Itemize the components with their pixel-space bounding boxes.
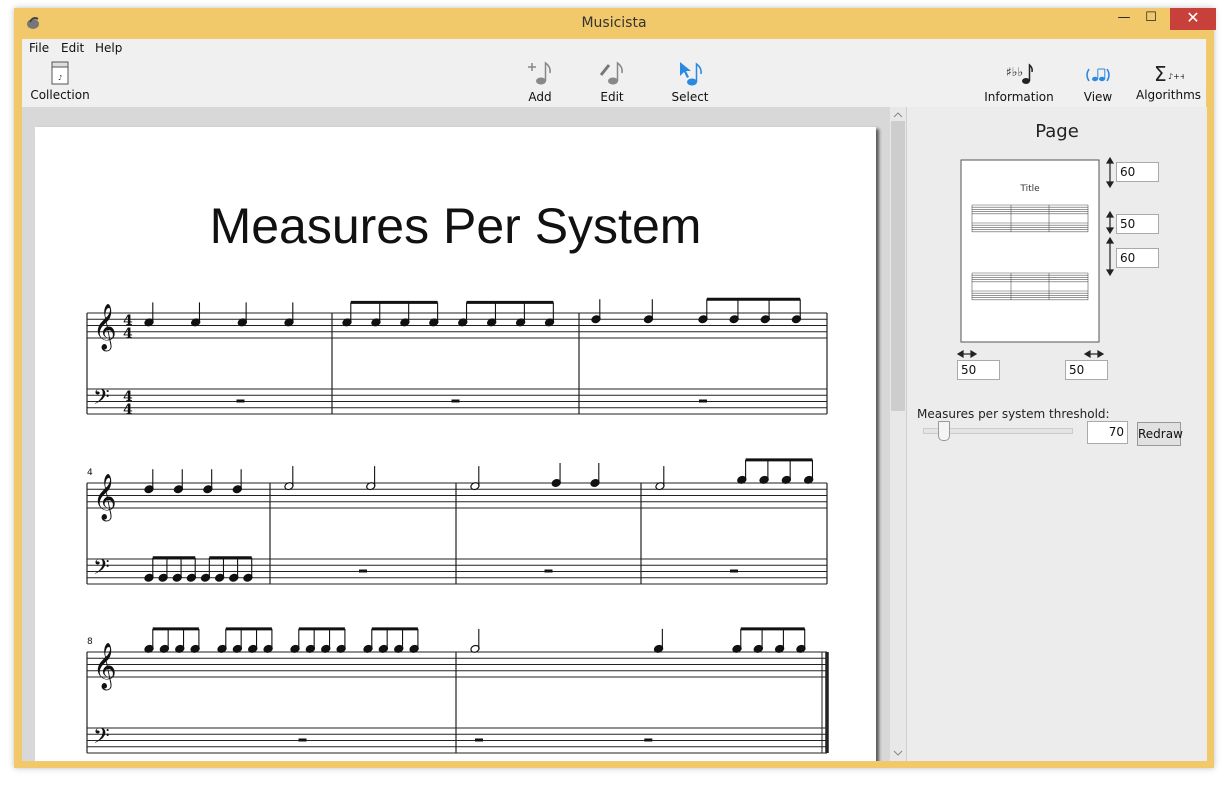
scroll-up-icon[interactable] — [890, 109, 906, 121]
threshold-label: Measures per system threshold: — [917, 407, 1110, 421]
menu-edit[interactable]: Edit — [61, 41, 84, 55]
top-margin-input[interactable]: 60 — [1116, 162, 1159, 182]
information-button[interactable]: ♯♭♭ Information — [984, 59, 1054, 104]
window-title: Musicista — [581, 15, 647, 31]
score-page: Measures Per System 𝄞 𝄢 4 4 4 4 𝄞 𝄢 4 𝄞 𝄢 8 — [35, 127, 876, 761]
edit-note-icon — [599, 61, 623, 85]
close-button[interactable]: ✕ — [1170, 8, 1216, 30]
scroll-down-icon[interactable] — [890, 747, 906, 759]
app-window: Musicista — ☐ ✕ File Edit Help ♪ Collect… — [14, 8, 1216, 768]
select-button[interactable]: Select — [668, 59, 712, 104]
score-view[interactable]: Measures Per System 𝄞 𝄢 4 4 4 4 𝄞 𝄢 4 𝄞 𝄢 8 — [22, 107, 890, 761]
toolbar: ♪ Collection Add Edit Select ♯♭♭ Informa… — [22, 57, 1206, 109]
page-settings-panel: Page Title 60 50 60 50 50 Measures per s… — [906, 107, 1207, 761]
view-label: View — [1083, 90, 1113, 104]
algorithms-label: Algorithms — [1136, 88, 1202, 102]
view-button[interactable]: View — [1076, 59, 1120, 104]
information-label: Information — [984, 90, 1054, 104]
whole-rest — [236, 399, 245, 403]
view-icon — [1086, 68, 1110, 82]
client-area: File Edit Help ♪ Collection Add Edit Sel… — [22, 39, 1207, 761]
page-preview: Title — [956, 156, 1115, 359]
svg-text:Σ: Σ — [1154, 62, 1167, 86]
time-signature-bottom: 4 — [123, 402, 133, 418]
bottom-gap-input[interactable]: 60 — [1116, 248, 1159, 268]
music-notation: 𝄞𝄢4444𝄞𝄢4𝄞𝄢8 — [86, 297, 829, 754]
preview-title: Title — [1019, 184, 1040, 194]
whole-rest — [359, 569, 367, 573]
title-bar[interactable]: Musicista — ☐ ✕ — [14, 8, 1216, 38]
whole-rest — [298, 738, 307, 742]
measure-number: 8 — [87, 637, 93, 647]
svg-text:♪++: ♪++ — [1168, 72, 1184, 81]
whole-rest — [730, 569, 738, 573]
treble-clef: 𝄞 — [93, 643, 117, 691]
collection-label: Collection — [30, 88, 90, 102]
treble-clef: 𝄞 — [93, 474, 117, 522]
maximize-button[interactable]: ☐ — [1138, 8, 1164, 30]
svg-text:♪: ♪ — [58, 74, 62, 82]
bass-clef: 𝄢 — [93, 555, 110, 585]
collection-button[interactable]: ♪ Collection — [28, 59, 92, 102]
right-margin-input[interactable]: 50 — [1065, 360, 1108, 380]
algorithms-icon: Σ ♪++ — [1154, 62, 1184, 86]
add-button[interactable]: Add — [520, 59, 560, 104]
whole-rest — [699, 399, 707, 403]
svg-text:♯♭♭: ♯♭♭ — [1006, 65, 1023, 79]
edit-label: Edit — [600, 90, 624, 104]
minimize-button[interactable]: — — [1111, 8, 1137, 30]
select-label: Select — [671, 90, 709, 104]
system-spacing-input[interactable]: 50 — [1116, 214, 1159, 234]
collection-icon: ♪ — [51, 61, 69, 85]
menu-help[interactable]: Help — [95, 41, 122, 55]
add-note-icon — [528, 61, 551, 85]
treble-clef: 𝄞 — [93, 304, 117, 352]
whole-rest — [644, 738, 653, 742]
vertical-scrollbar[interactable] — [890, 107, 906, 761]
time-signature-bottom: 4 — [123, 326, 133, 342]
left-margin-input[interactable]: 50 — [957, 360, 1000, 380]
whole-rest — [451, 399, 460, 403]
information-icon: ♯♭♭ — [1006, 63, 1033, 84]
whole-rest — [544, 569, 553, 573]
threshold-slider-thumb[interactable] — [937, 421, 950, 441]
select-note-icon — [680, 62, 702, 86]
bass-clef: 𝄢 — [93, 385, 110, 415]
add-label: Add — [528, 90, 552, 104]
scroll-thumb[interactable] — [891, 121, 905, 411]
algorithms-button[interactable]: Σ ♪++ Algorithms — [1136, 59, 1202, 102]
edit-button[interactable]: Edit — [592, 59, 632, 104]
bass-clef: 𝄢 — [93, 724, 110, 754]
redraw-button[interactable]: Redraw — [1137, 422, 1183, 446]
whole-rest — [475, 738, 483, 742]
measure-number: 4 — [87, 468, 93, 478]
threshold-input[interactable]: 70 — [1087, 421, 1128, 444]
menu-file[interactable]: File — [29, 41, 49, 55]
